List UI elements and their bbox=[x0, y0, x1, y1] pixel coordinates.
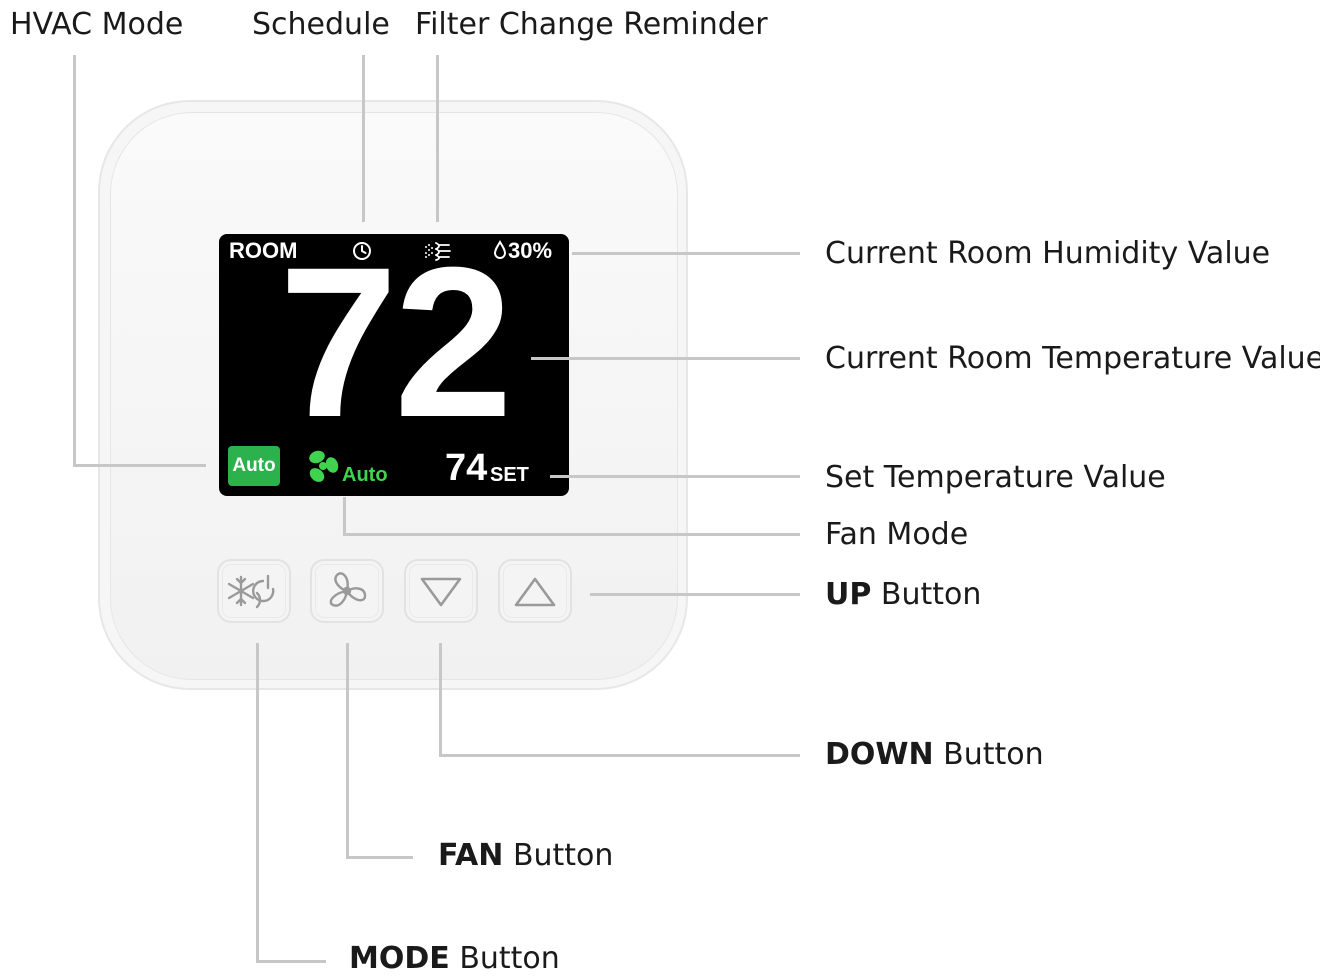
schedule-callout: Schedule bbox=[252, 7, 390, 42]
down-button-callout: DOWN Button bbox=[825, 737, 1044, 773]
room-temperature-value: 72 bbox=[278, 234, 513, 462]
fan-mode-callout: Fan Mode bbox=[825, 517, 969, 552]
mode-button-leader-h bbox=[256, 960, 326, 963]
fan-outline-icon bbox=[329, 572, 367, 607]
schedule-leader bbox=[362, 55, 365, 222]
up-button-callout: UP Button bbox=[825, 577, 981, 613]
up-callout-text: Button bbox=[880, 577, 982, 612]
down-callout-text: Button bbox=[943, 737, 1044, 772]
room-temp-callout: Current Room Temperature Value bbox=[825, 341, 1320, 376]
set-temperature-value: 74 bbox=[445, 447, 488, 489]
filter-callout: Filter Change Reminder bbox=[415, 7, 768, 42]
down-button-leader-h bbox=[439, 754, 800, 757]
fan-icon bbox=[309, 450, 339, 482]
fan-callout-text: Button bbox=[512, 838, 614, 873]
down-button-leader-v bbox=[439, 643, 442, 757]
fan-button-callout: FAN Button bbox=[438, 838, 613, 874]
set-label: SET bbox=[490, 464, 529, 486]
mode-callout-bold: MODE bbox=[349, 941, 450, 976]
fan-callout-bold: FAN bbox=[438, 838, 504, 873]
up-callout-bold: UP bbox=[825, 577, 872, 612]
fan-mode-value: Auto bbox=[342, 464, 388, 486]
mode-button-leader-v bbox=[256, 643, 259, 963]
mode-button[interactable] bbox=[217, 559, 291, 623]
fan-button-leader-h bbox=[346, 856, 413, 859]
thermostat-screen: ROOM 30% 72 Auto Auto 74 SET bbox=[219, 234, 569, 496]
set-temp-leader bbox=[550, 475, 800, 478]
triangle-up-icon bbox=[514, 577, 556, 607]
fan-button[interactable] bbox=[310, 559, 384, 623]
up-button[interactable] bbox=[498, 559, 572, 623]
hvac-mode-leader-v bbox=[73, 55, 76, 467]
filter-leader bbox=[436, 55, 439, 222]
fan-button-leader-v bbox=[346, 643, 349, 859]
hvac-mode-leader-h bbox=[73, 464, 206, 467]
snowflake-power-icon bbox=[227, 574, 275, 609]
up-button-leader bbox=[590, 593, 800, 596]
triangle-down-icon bbox=[420, 577, 462, 607]
hvac-mode-badge: Auto bbox=[228, 446, 280, 486]
fan-mode-leader-h bbox=[343, 533, 800, 536]
set-temp-callout: Set Temperature Value bbox=[825, 460, 1166, 495]
mode-callout-text: Button bbox=[459, 941, 560, 976]
humidity-callout: Current Room Humidity Value bbox=[825, 236, 1271, 271]
humidity-leader bbox=[572, 252, 800, 255]
hvac-mode-callout: HVAC Mode bbox=[10, 7, 184, 42]
fan-mode-leader-v bbox=[343, 497, 346, 536]
down-callout-bold: DOWN bbox=[825, 737, 934, 772]
room-temp-leader bbox=[531, 357, 800, 360]
mode-button-callout: MODE Button bbox=[349, 941, 560, 977]
down-button[interactable] bbox=[404, 559, 478, 623]
